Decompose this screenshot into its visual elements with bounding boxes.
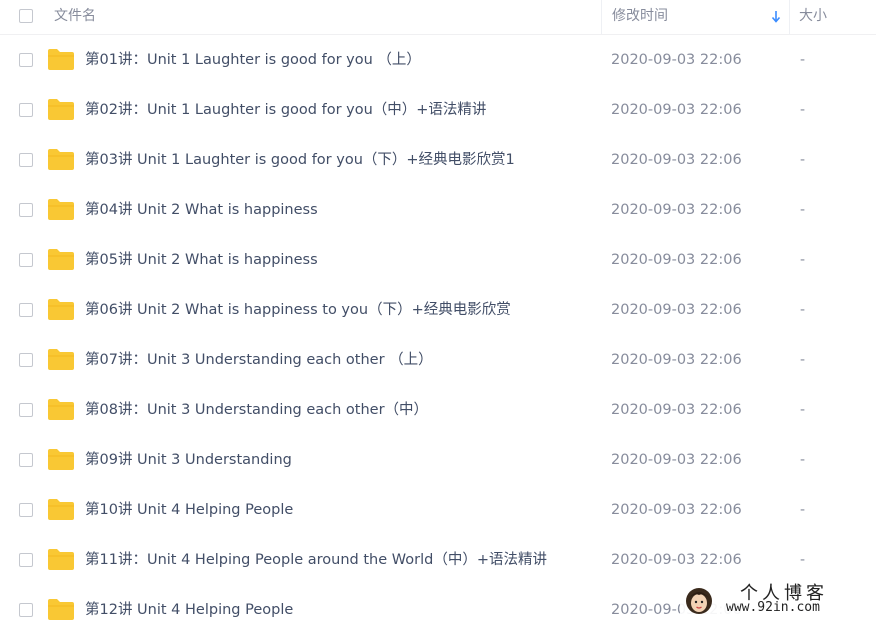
file-modified-time: 2020-09-03 22:06 — [611, 352, 742, 368]
row-checkbox[interactable] — [19, 453, 33, 467]
file-row[interactable]: 第01讲：Unit 1 Laughter is good for you （上）… — [0, 35, 876, 85]
folder-icon — [48, 199, 74, 220]
file-name[interactable]: 第05讲 Unit 2 What is happiness — [85, 235, 318, 285]
file-modified-time: 2020-09-03 22:06 — [611, 252, 742, 268]
column-divider[interactable] — [601, 0, 602, 34]
folder-icon — [48, 249, 74, 270]
row-checkbox[interactable] — [19, 353, 33, 367]
file-row[interactable]: 第04讲 Unit 2 What is happiness 2020-09-03 … — [0, 185, 876, 235]
file-name[interactable]: 第01讲：Unit 1 Laughter is good for you （上） — [85, 35, 421, 85]
file-modified-time: 2020-09-03 22:06 — [611, 52, 742, 68]
folder-icon — [48, 549, 74, 570]
file-size: - — [800, 452, 806, 468]
avatar-icon — [686, 588, 712, 614]
file-name[interactable]: 第08讲：Unit 3 Understanding each other（中） — [85, 385, 428, 435]
folder-icon — [48, 599, 74, 620]
column-header-modified-time[interactable]: 修改时间 — [612, 0, 668, 34]
folder-icon — [48, 149, 74, 170]
file-modified-time: 2020-09-03 22:06 — [611, 202, 742, 218]
file-size: - — [800, 352, 806, 368]
file-name[interactable]: 第04讲 Unit 2 What is happiness — [85, 185, 318, 235]
row-checkbox[interactable] — [19, 53, 33, 67]
row-checkbox[interactable] — [19, 303, 33, 317]
column-header-size[interactable]: 大小 — [799, 0, 827, 34]
folder-icon — [48, 299, 74, 320]
column-header-name[interactable]: 文件名 — [54, 0, 96, 34]
row-checkbox[interactable] — [19, 403, 33, 417]
folder-icon — [48, 449, 74, 470]
file-modified-time: 2020-09-03 22:06 — [611, 102, 742, 118]
file-name[interactable]: 第06讲 Unit 2 What is happiness to you（下）+… — [85, 285, 511, 335]
file-row[interactable]: 第05讲 Unit 2 What is happiness 2020-09-03 … — [0, 235, 876, 285]
row-checkbox[interactable] — [19, 503, 33, 517]
file-name[interactable]: 第10讲 Unit 4 Helping People — [85, 485, 293, 535]
file-row[interactable]: 第06讲 Unit 2 What is happiness to you（下）+… — [0, 285, 876, 335]
file-name[interactable]: 第02讲：Unit 1 Laughter is good for you（中）+… — [85, 85, 486, 135]
file-modified-time: 2020-09-03 22:06 — [611, 152, 742, 168]
row-checkbox[interactable] — [19, 553, 33, 567]
file-size: - — [800, 202, 806, 218]
folder-icon — [48, 499, 74, 520]
file-modified-time: 2020-09-03 22:06 — [611, 302, 742, 318]
row-checkbox[interactable] — [19, 153, 33, 167]
folder-icon — [48, 349, 74, 370]
row-checkbox[interactable] — [19, 103, 33, 117]
row-checkbox[interactable] — [19, 203, 33, 217]
file-size: - — [800, 252, 806, 268]
file-row[interactable]: 第07讲：Unit 3 Understanding each other （上）… — [0, 335, 876, 385]
file-row[interactable]: 第10讲 Unit 4 Helping People 2020-09-03 22:… — [0, 485, 876, 535]
sort-descending-icon[interactable] — [770, 0, 782, 34]
file-row[interactable]: 第09讲 Unit 3 Understanding 2020-09-03 22:0… — [0, 435, 876, 485]
file-modified-time: 2020-09-03 22:06 — [611, 402, 742, 418]
select-all-checkbox[interactable] — [19, 9, 33, 23]
watermark: 个人博客 www.92in.com — [680, 578, 876, 621]
file-row[interactable]: 第03讲 Unit 1 Laughter is good for you（下）+… — [0, 135, 876, 185]
file-size: - — [800, 52, 806, 68]
file-name[interactable]: 第03讲 Unit 1 Laughter is good for you（下）+… — [85, 135, 515, 185]
file-row[interactable]: 第02讲：Unit 1 Laughter is good for you（中）+… — [0, 85, 876, 135]
file-modified-time: 2020-09-03 22:06 — [611, 502, 742, 518]
column-divider[interactable] — [789, 0, 790, 34]
file-name[interactable]: 第11讲：Unit 4 Helping People around the Wo… — [85, 535, 547, 585]
row-checkbox[interactable] — [19, 253, 33, 267]
file-size: - — [800, 152, 806, 168]
file-list-header: 文件名 修改时间 大小 — [0, 0, 876, 35]
folder-icon — [48, 49, 74, 70]
folder-icon — [48, 99, 74, 120]
file-name[interactable]: 第09讲 Unit 3 Understanding — [85, 435, 292, 485]
file-modified-time: 2020-09-03 22:06 — [611, 452, 742, 468]
file-size: - — [800, 102, 806, 118]
file-size: - — [800, 402, 806, 418]
row-checkbox[interactable] — [19, 603, 33, 617]
file-size: - — [800, 502, 806, 518]
watermark-url: www.92in.com — [726, 600, 820, 615]
file-name[interactable]: 第07讲：Unit 3 Understanding each other （上） — [85, 335, 433, 385]
file-name[interactable]: 第12讲 Unit 4 Helping People — [85, 585, 293, 635]
folder-icon — [48, 399, 74, 420]
file-row[interactable]: 第08讲：Unit 3 Understanding each other（中） 2… — [0, 385, 876, 435]
file-size: - — [800, 302, 806, 318]
